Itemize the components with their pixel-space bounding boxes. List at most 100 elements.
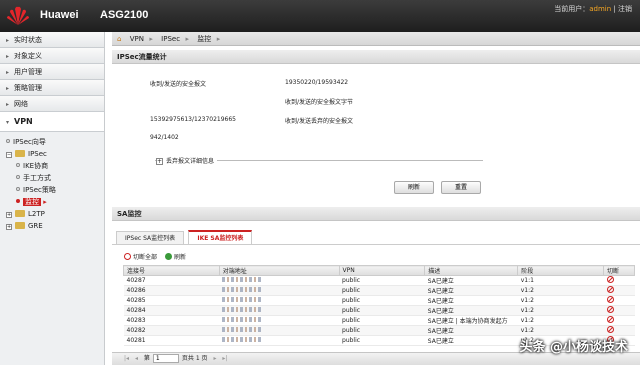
dropped-label: 收到/发送丢弃的安全报文	[285, 118, 354, 125]
tree-item-ipsec-policy[interactable]: IPSec策略	[6, 184, 104, 196]
tree-item-label: L2TP	[28, 210, 45, 218]
redacted-address	[222, 337, 263, 342]
tree-item-label: 监控	[23, 198, 41, 206]
col-header-peer[interactable]: 对端地址	[218, 265, 340, 276]
prev-page-icon[interactable]: ◂	[135, 355, 138, 362]
refresh-button[interactable]: 刷新	[394, 181, 434, 194]
user-info: 当前用户：admin | 注销	[554, 4, 632, 14]
current-user-name: admin	[589, 5, 612, 13]
table-row[interactable]: 40285 public SA已建立 v1:2	[123, 295, 635, 306]
sidebar-item-realtime-status[interactable]: ▸ 实时状态	[0, 32, 104, 48]
top-bar: Huawei ASG2100 当前用户：admin | 注销	[0, 0, 640, 32]
table-row[interactable]: 40283 public SA已建立 | 本端为协商发起方 v1:2	[123, 315, 635, 326]
sa-actions: 切断全部 刷新	[124, 252, 192, 261]
reset-button[interactable]: 重置	[441, 181, 481, 194]
expand-icon[interactable]: +	[6, 212, 12, 218]
sidebar-item-policy[interactable]: ▸ 策略管理	[0, 80, 104, 96]
device-model: ASG2100	[100, 9, 149, 21]
next-page-icon[interactable]: ▸	[213, 355, 216, 362]
cell-vpn: public	[339, 275, 425, 286]
cell-desc: SA已建立	[424, 295, 518, 306]
sidebar: ▸ 实时状态 ▸ 对象定义 ▸ 用户管理 ▸ 策略管理 ▸ 网络 ▾ VPN IPSec向导…	[0, 32, 105, 365]
tab-ipsec-sa[interactable]: IPSec SA监控列表	[116, 231, 185, 245]
tab-ike-sa[interactable]: IKE SA监控列表	[188, 230, 253, 244]
sa-panel-title: SA监控	[112, 207, 640, 221]
cell-desc: SA已建立	[424, 305, 518, 316]
cell-vpn: public	[339, 295, 425, 306]
chevron-down-icon: ▾	[6, 119, 10, 126]
sidebar-item-label: VPN	[14, 117, 33, 126]
cell-id: 40283	[123, 315, 220, 326]
dropped-value: 942/1402	[150, 134, 179, 141]
col-header-vpn[interactable]: VPN	[338, 265, 426, 276]
tree-item-ipsec-wizard[interactable]: IPSec向导	[6, 136, 104, 148]
cell-id: 40285	[123, 295, 220, 306]
bullet-icon	[16, 175, 20, 179]
table-row[interactable]: 40286 public SA已建立 v1:2	[123, 285, 635, 296]
page-prefix: 第	[143, 355, 150, 362]
tree-item-l2tp[interactable]: + L2TP	[6, 208, 104, 220]
sidebar-item-label: 策略管理	[14, 84, 42, 92]
cell-phase: v1:2	[517, 305, 604, 316]
sidebar-item-label: 对象定义	[14, 52, 42, 60]
tree-item-ike[interactable]: IKE协商	[6, 160, 104, 172]
redacted-address	[222, 297, 263, 302]
cell-vpn: public	[339, 335, 425, 346]
col-header-desc[interactable]: 描述	[424, 265, 519, 276]
sidebar-item-label: 网络	[14, 100, 28, 108]
cut-icon[interactable]	[606, 286, 614, 293]
drop-detail-toggle[interactable]: + 丢弃报文详细信息	[156, 156, 218, 165]
expand-icon: +	[156, 158, 163, 165]
sidebar-item-users[interactable]: ▸ 用户管理	[0, 64, 104, 80]
cell-desc: SA已建立	[424, 325, 518, 336]
tree-item-label: IPSec向导	[13, 138, 46, 146]
folder-icon	[15, 210, 25, 217]
bullet-icon	[16, 163, 20, 167]
cell-vpn: public	[339, 315, 425, 326]
page-input[interactable]	[152, 354, 179, 363]
home-icon[interactable]: ⌂	[112, 32, 121, 46]
sidebar-item-network[interactable]: ▸ 网络	[0, 96, 104, 112]
tree-item-gre[interactable]: + GRE	[6, 220, 104, 232]
table-row[interactable]: 40284 public SA已建立 v1:2	[123, 305, 635, 316]
table-row[interactable]: 40287 public SA已建立 v1:1	[123, 275, 635, 286]
cell-phase: v1:2	[517, 315, 604, 326]
tree-item-monitor[interactable]: 监控 ▸	[6, 196, 104, 208]
logout-link[interactable]: | 注销	[613, 5, 632, 13]
cut-all-button[interactable]: 切断全部	[124, 253, 157, 261]
cut-icon[interactable]	[606, 306, 614, 313]
col-header-phase[interactable]: 阶段	[517, 265, 605, 276]
redacted-address	[222, 277, 263, 282]
tree-item-ipsec[interactable]: − IPSec	[6, 148, 104, 160]
sidebar-item-vpn[interactable]: ▾ VPN	[0, 112, 104, 132]
sidebar-item-objects[interactable]: ▸ 对象定义	[0, 48, 104, 64]
first-page-icon[interactable]: |◂	[124, 355, 129, 362]
bytes-value: 15392975613/12370219665	[150, 116, 237, 123]
cut-icon[interactable]	[606, 296, 614, 303]
breadcrumb-ipsec[interactable]: IPSec	[155, 32, 189, 46]
tree-item-manual[interactable]: 手工方式	[6, 172, 104, 184]
cut-icon[interactable]	[606, 276, 614, 283]
chevron-right-icon: ▸	[6, 69, 10, 76]
chevron-right-icon: ▸	[6, 53, 10, 60]
sa-refresh-button[interactable]: 刷新	[164, 253, 186, 261]
cell-vpn: public	[339, 325, 425, 336]
cell-cut	[603, 325, 635, 336]
sa-tabs: IPSec SA监控列表 IKE SA监控列表	[116, 230, 254, 245]
expand-icon[interactable]: +	[6, 224, 12, 230]
cell-id: 40282	[123, 325, 220, 336]
tree-item-label: IPSec	[28, 150, 47, 158]
col-header-id[interactable]: 连接号	[123, 265, 220, 276]
last-page-icon[interactable]: ▸|	[222, 355, 227, 362]
tree-item-label: 手工方式	[23, 174, 51, 182]
cut-icon[interactable]	[606, 326, 614, 333]
breadcrumb-vpn[interactable]: VPN	[124, 32, 154, 46]
cut-icon[interactable]	[606, 316, 614, 323]
cell-phase: v1:2	[517, 285, 604, 296]
tree-item-label: IPSec策略	[23, 186, 56, 194]
drop-detail-label: 丢弃报文详细信息	[166, 158, 215, 165]
table-row[interactable]: 40282 public SA已建立 v1:2	[123, 325, 635, 336]
collapse-icon[interactable]: −	[6, 152, 12, 158]
folder-icon	[15, 150, 25, 157]
cell-cut	[603, 285, 635, 296]
